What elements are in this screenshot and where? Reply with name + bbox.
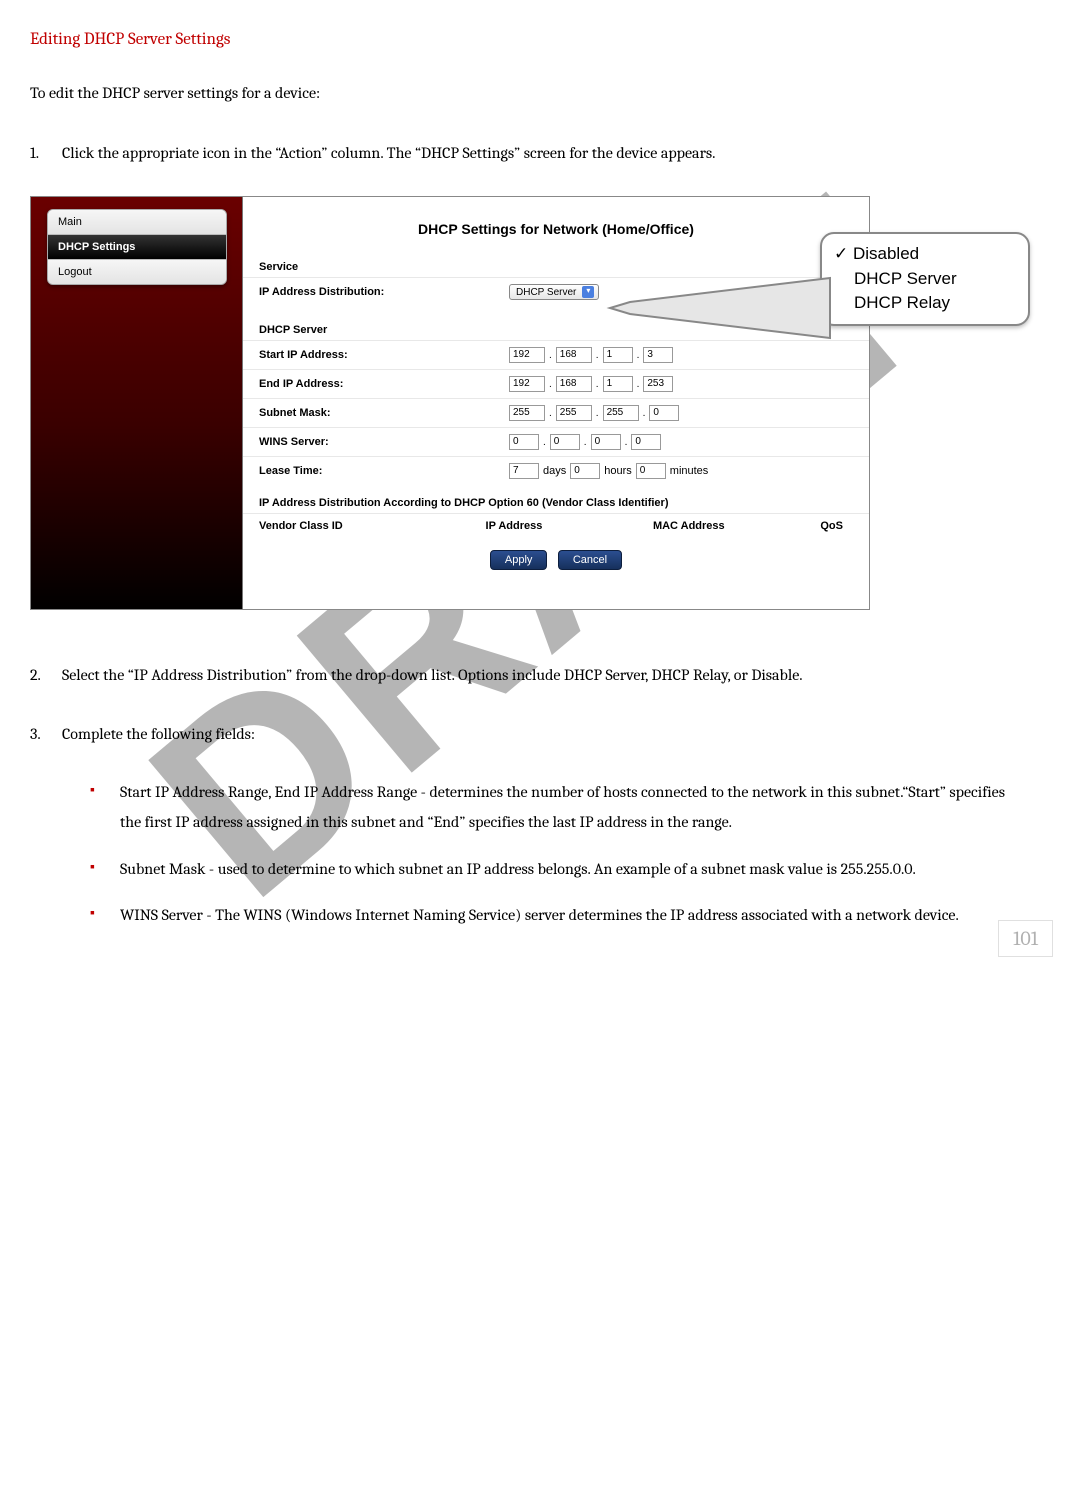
bullet-start-end-ip: ▪ Start IP Address Range, End IP Address…	[90, 777, 1023, 838]
bullet-icon: ▪	[90, 854, 120, 884]
callout-pointer-icon	[610, 268, 830, 348]
step-2: 2. Select the “IP Address Distribution” …	[30, 660, 1023, 690]
subnet-label: Subnet Mask:	[259, 407, 509, 419]
apply-button[interactable]: Apply	[490, 550, 548, 570]
lease-hours-unit: hours	[604, 465, 632, 477]
step-text: Click the appropriate icon in the “Actio…	[62, 138, 1023, 168]
end-ip-octet-1[interactable]: 192	[509, 376, 545, 392]
lease-minutes-input[interactable]: 0	[636, 463, 666, 479]
dhcp-settings-screenshot: Main DHCP Settings Logout DHCP Settings …	[30, 196, 870, 610]
end-ip-octet-3[interactable]: 1	[603, 376, 633, 392]
wins-octet-2[interactable]: 0	[550, 434, 580, 450]
lease-days-input[interactable]: 7	[509, 463, 539, 479]
dropdown-option-dhcp-server[interactable]: DHCP Server	[834, 267, 1016, 292]
lease-minutes-unit: minutes	[670, 465, 709, 477]
panel-title: DHCP Settings for Network (Home/Office)	[243, 197, 869, 251]
lease-days-unit: days	[543, 465, 566, 477]
wins-label: WINS Server:	[259, 436, 509, 448]
step-number: 2.	[30, 660, 62, 690]
step-number: 1.	[30, 138, 62, 168]
step-text: Complete the following fields:	[62, 719, 1023, 749]
sidebar-item-logout[interactable]: Logout	[48, 260, 226, 284]
col-qos: QoS	[820, 520, 853, 532]
wins-octet-1[interactable]: 0	[509, 434, 539, 450]
start-ip-octet-3[interactable]: 1	[603, 347, 633, 363]
col-mac-address: MAC Address	[653, 520, 820, 532]
end-ip-octet-4[interactable]: 253	[643, 376, 673, 392]
bullet-icon: ▪	[90, 777, 120, 838]
section-heading: Editing DHCP Server Settings	[30, 30, 1023, 49]
bullet-wins-server: ▪ WINS Server - The WINS (Windows Intern…	[90, 900, 1023, 930]
step-text: Select the “IP Address Distribution” fro…	[62, 660, 1023, 690]
start-ip-label: Start IP Address:	[259, 349, 509, 361]
subnet-octet-4[interactable]: 0	[649, 405, 679, 421]
cancel-button[interactable]: Cancel	[558, 550, 622, 570]
step-3: 3. Complete the following fields:	[30, 719, 1023, 749]
lease-hours-input[interactable]: 0	[570, 463, 600, 479]
ip-distribution-select[interactable]: DHCP Server ▾	[509, 284, 599, 300]
bullet-text: WINS Server - The WINS (Windows Internet…	[120, 900, 1023, 930]
col-vendor-class-id: Vendor Class ID	[259, 520, 486, 532]
subnet-octet-1[interactable]: 255	[509, 405, 545, 421]
step-number: 3.	[30, 719, 62, 749]
bullet-icon: ▪	[90, 900, 120, 930]
sidebar-menu: Main DHCP Settings Logout	[47, 209, 227, 285]
dropdown-callout: Disabled DHCP Server DHCP Relay	[820, 232, 1030, 326]
end-ip-octet-2[interactable]: 168	[556, 376, 592, 392]
end-ip-label: End IP Address:	[259, 378, 509, 390]
intro-paragraph: To edit the DHCP server settings for a d…	[30, 79, 1023, 108]
option60-note: IP Address Distribution According to DHC…	[243, 485, 869, 513]
dropdown-option-dhcp-relay[interactable]: DHCP Relay	[834, 291, 1016, 316]
ip-distribution-label: IP Address Distribution:	[259, 286, 509, 298]
wins-octet-4[interactable]: 0	[631, 434, 661, 450]
col-ip-address: IP Address	[486, 520, 653, 532]
dropdown-arrow-icon: ▾	[582, 286, 594, 298]
sidebar: Main DHCP Settings Logout	[31, 197, 243, 610]
dropdown-option-disabled[interactable]: Disabled	[834, 242, 1016, 267]
start-ip-octet-2[interactable]: 168	[556, 347, 592, 363]
lease-label: Lease Time:	[259, 465, 509, 477]
bullet-text: Start IP Address Range, End IP Address R…	[120, 777, 1023, 838]
wins-octet-3[interactable]: 0	[591, 434, 621, 450]
start-ip-octet-4[interactable]: 3	[643, 347, 673, 363]
sidebar-item-main[interactable]: Main	[48, 210, 226, 235]
bullet-text: Subnet Mask - used to determine to which…	[120, 854, 1023, 884]
bullet-subnet-mask: ▪ Subnet Mask - used to determine to whi…	[90, 854, 1023, 884]
step-1: 1. Click the appropriate icon in the “Ac…	[30, 138, 1023, 168]
subnet-octet-3[interactable]: 255	[603, 405, 639, 421]
start-ip-octet-1[interactable]: 192	[509, 347, 545, 363]
sidebar-item-dhcp-settings[interactable]: DHCP Settings	[48, 235, 226, 260]
ip-distribution-value: DHCP Server	[516, 287, 576, 298]
subnet-octet-2[interactable]: 255	[556, 405, 592, 421]
